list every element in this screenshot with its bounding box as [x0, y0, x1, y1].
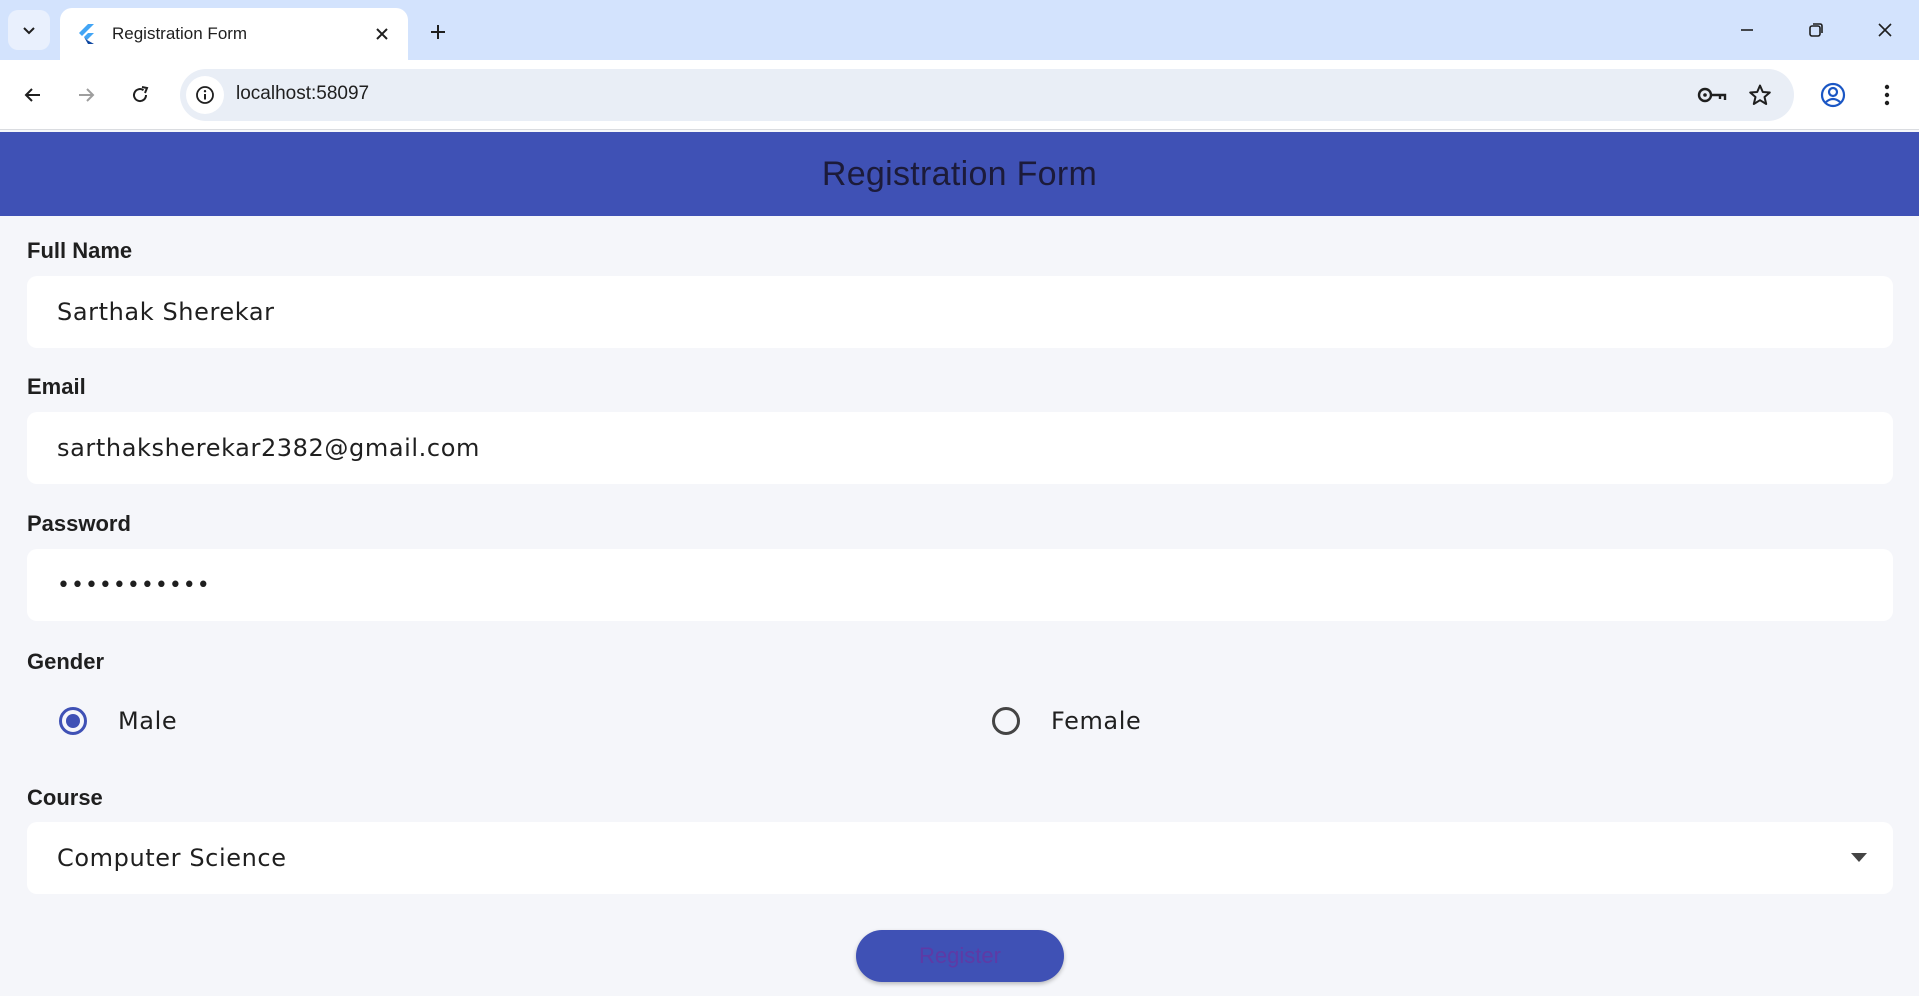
bookmark-button[interactable]: [1742, 77, 1778, 113]
page-title: Registration Form: [821, 154, 1098, 193]
course-dropdown[interactable]: Computer Science: [27, 822, 1893, 894]
browser-tab-active[interactable]: Registration Form: [60, 8, 408, 60]
reload-button[interactable]: [120, 75, 160, 115]
forward-button[interactable]: [66, 75, 106, 115]
restore-icon: [1809, 23, 1823, 37]
restore-button[interactable]: [1793, 8, 1839, 52]
password-field[interactable]: •••••••••••: [27, 549, 1893, 621]
plus-icon: [431, 25, 445, 39]
full-name-value: Sarthak Sherekar: [57, 298, 275, 326]
password-value: •••••••••••: [57, 572, 211, 598]
email-field[interactable]: sarthaksherekar2382@gmail.com: [27, 412, 1893, 484]
radio-button-unchecked[interactable]: [992, 707, 1020, 735]
flutter-icon: [76, 23, 98, 45]
gender-option-male[interactable]: Male: [59, 697, 177, 745]
address-bar[interactable]: localhost:58097: [180, 69, 1794, 121]
minimize-icon: [1741, 29, 1753, 31]
kebab-menu-icon: [1884, 84, 1890, 106]
account-icon: [1820, 82, 1846, 108]
dropdown-arrow-icon: [1851, 853, 1867, 862]
browser-tabstrip: Registration Form: [0, 0, 1919, 60]
course-value: Computer Science: [57, 844, 287, 872]
register-button[interactable]: Register: [856, 930, 1064, 982]
site-info-button[interactable]: [186, 76, 224, 114]
email-label: Email: [27, 374, 86, 399]
close-icon: [1878, 23, 1892, 37]
url-text[interactable]: localhost:58097: [236, 83, 369, 105]
gender-option-label: Female: [1051, 707, 1142, 735]
password-manager-button[interactable]: [1694, 77, 1730, 113]
email-value: sarthaksherekar2382@gmail.com: [57, 434, 480, 462]
back-button[interactable]: [13, 75, 53, 115]
gender-option-female[interactable]: Female: [992, 697, 1141, 745]
tab-close-button[interactable]: [368, 20, 396, 48]
gender-option-label: Male: [118, 707, 178, 735]
arrow-left-icon: [24, 88, 40, 102]
tab-title: Registration Form: [112, 24, 248, 43]
arrow-right-icon: [79, 88, 95, 102]
minimize-button[interactable]: [1724, 8, 1770, 52]
reload-icon: [133, 86, 149, 103]
browser-toolbar: localhost:58097: [0, 60, 1919, 130]
register-button-label: Register: [919, 943, 1001, 968]
profile-button[interactable]: [1813, 75, 1853, 115]
full-name-field[interactable]: Sarthak Sherekar: [27, 276, 1893, 348]
app-bar: Registration Form: [0, 132, 1919, 216]
chevron-down-icon: [23, 27, 35, 35]
star-icon: [1749, 84, 1771, 105]
password-label: Password: [27, 511, 131, 536]
course-label: Course: [27, 785, 103, 810]
window-close-button[interactable]: [1862, 8, 1908, 52]
info-icon: [196, 86, 214, 104]
gender-label: Gender: [27, 649, 105, 674]
new-tab-button[interactable]: [420, 14, 456, 50]
key-icon: [1697, 87, 1727, 103]
radio-button-checked[interactable]: [59, 707, 87, 735]
browser-menu-button[interactable]: [1867, 75, 1907, 115]
tab-search-button[interactable]: [8, 10, 50, 50]
close-icon: [376, 28, 388, 40]
full-name-label: Full Name: [27, 238, 133, 263]
